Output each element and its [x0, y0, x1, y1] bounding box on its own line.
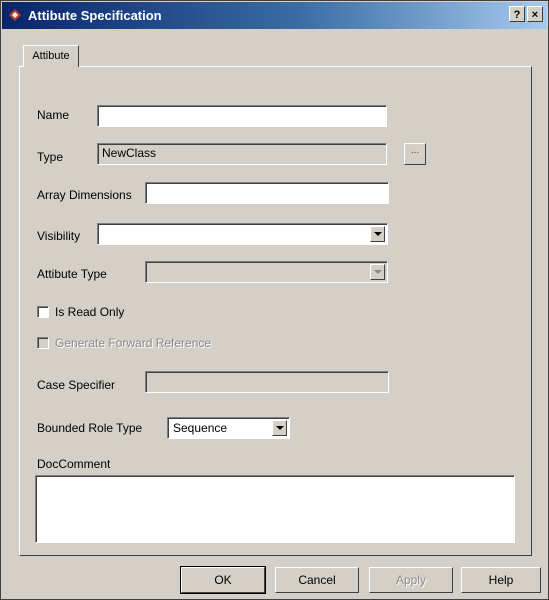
tab-attribute[interactable]: Attibute: [23, 45, 79, 67]
window-title: Attibute Specification: [28, 8, 162, 23]
case-specifier-field: [145, 371, 389, 393]
visibility-label: Visibility: [37, 229, 81, 243]
chevron-down-icon[interactable]: [272, 420, 287, 436]
chevron-down-icon: [370, 264, 385, 280]
generate-forward-reference-label: Generate Forward Reference: [55, 336, 212, 350]
type-field: NewClass: [97, 143, 387, 165]
bounded-role-type-label: Bounded Role Type: [37, 421, 143, 435]
browse-type-button[interactable]: ...: [404, 143, 426, 165]
title-bar[interactable]: Attibute Specification ? ×: [2, 2, 547, 29]
type-value: NewClass: [102, 146, 157, 160]
help-icon[interactable]: ?: [509, 6, 525, 22]
array-dimensions-input[interactable]: [145, 182, 389, 204]
chevron-down-icon[interactable]: [370, 226, 385, 242]
generate-forward-reference-checkbox: [37, 337, 49, 349]
bounded-role-type-selected: Sequence: [173, 421, 228, 435]
name-input[interactable]: [97, 105, 387, 127]
visibility-select[interactable]: [97, 223, 388, 245]
attribute-specification-dialog: Attibute Specification ? × Attibute Name…: [0, 0, 549, 600]
doc-comment-label: DocComment: [37, 457, 111, 471]
name-label: Name: [37, 108, 70, 122]
close-icon[interactable]: ×: [527, 6, 543, 22]
attribute-type-select[interactable]: [145, 261, 388, 283]
app-diamond-icon: [9, 9, 21, 21]
apply-button: Apply: [369, 567, 453, 593]
is-read-only-checkbox[interactable]: [37, 306, 49, 318]
ok-button[interactable]: OK: [180, 566, 266, 594]
attribute-type-label: Attibute Type: [37, 267, 107, 281]
doc-comment-textarea[interactable]: [35, 475, 515, 543]
is-read-only-label[interactable]: Is Read Only: [55, 305, 124, 319]
type-label: Type: [37, 150, 64, 164]
help-button[interactable]: Help: [461, 567, 541, 593]
bounded-role-type-select[interactable]: Sequence: [167, 417, 290, 439]
case-specifier-label: Case Specifier: [37, 378, 116, 392]
cancel-button[interactable]: Cancel: [275, 567, 359, 593]
array-dimensions-label: Array Dimensions: [37, 188, 132, 202]
